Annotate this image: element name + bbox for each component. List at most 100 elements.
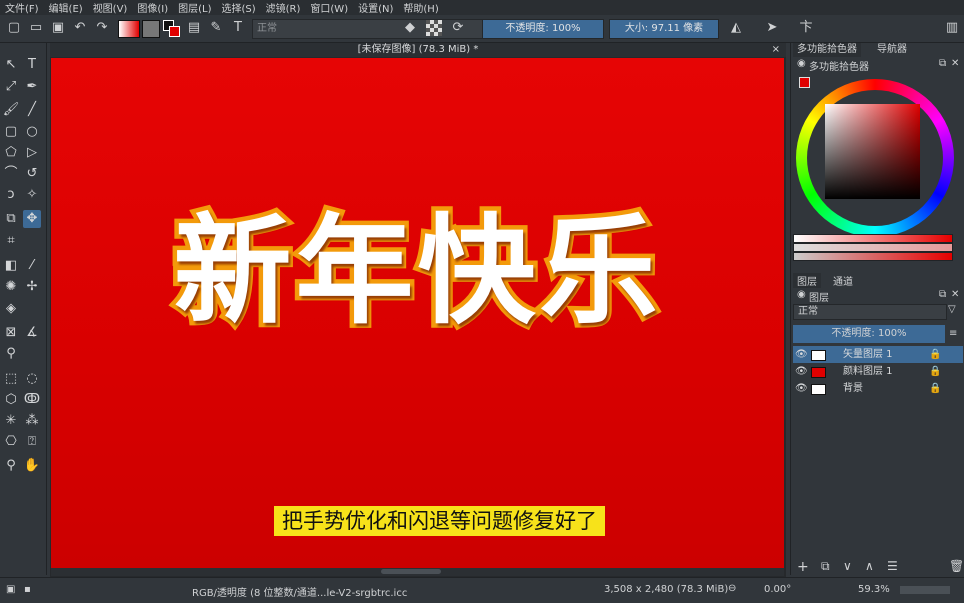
move-tool-icon[interactable]: ✥ <box>23 210 41 228</box>
contiguous-select-tool-icon[interactable]: ✳ <box>2 412 20 430</box>
menu-view[interactable]: 视图(V) <box>88 0 133 15</box>
menu-file[interactable]: 文件(F) <box>0 0 44 15</box>
color-slider-2[interactable] <box>793 243 953 252</box>
visibility-eye-icon[interactable]: 👁 <box>795 380 808 397</box>
alpha-lock-icon[interactable] <box>426 20 442 36</box>
duplicate-layer-icon[interactable]: ⧉ <box>821 559 830 574</box>
visibility-eye-icon[interactable]: 👁 <box>795 363 808 380</box>
close-icon[interactable]: × <box>772 43 780 57</box>
zoom-tool-icon[interactable]: ⚲ <box>2 457 20 475</box>
menu-help[interactable]: 帮助(H) <box>398 0 443 15</box>
document-tab[interactable]: [未保存图像] (78.3 MiB) * × <box>50 43 786 57</box>
measure-tool-icon[interactable]: ∡ <box>23 324 41 342</box>
canvas-only-icon[interactable]: ▣ <box>6 584 15 595</box>
pan-tool-icon[interactable]: ✋ <box>23 457 41 475</box>
pencil-settings-icon[interactable]: ✎ <box>208 20 224 36</box>
gradient-tool-icon[interactable]: ◧ <box>2 257 20 275</box>
move-layer-up-icon[interactable]: ∧ <box>865 559 874 573</box>
wrap-around-icon[interactable]: 卞 <box>798 20 814 36</box>
layer-row[interactable]: 👁 背景 🔒 <box>793 380 963 397</box>
menu-image[interactable]: 图像(I) <box>132 0 173 15</box>
freehand-select-tool-icon[interactable]: ↂ <box>23 391 41 409</box>
saturation-value-square[interactable] <box>825 104 920 199</box>
reference-tool-icon[interactable]: ⚲ <box>2 345 20 363</box>
bezier-select-tool-icon[interactable]: ⎔ <box>2 433 20 451</box>
layer-blend-select[interactable]: 正常 <box>793 304 947 320</box>
lock-icon[interactable]: 🔒 <box>929 380 941 397</box>
layer-opacity-slider[interactable]: 不透明度: 100% <box>793 325 945 343</box>
ellipse-select-tool-icon[interactable]: ◌ <box>23 370 41 388</box>
polyline-tool-icon[interactable]: ▷ <box>23 144 41 162</box>
layer-row[interactable]: 👁 颜料图层 1 🔒 <box>793 363 963 380</box>
gradient-preset-icon[interactable] <box>118 20 140 38</box>
close-panel-icon[interactable]: ✕ <box>951 58 959 69</box>
multibrush-tool-icon[interactable]: ✧ <box>23 186 41 204</box>
zoom-level[interactable]: 59.3% <box>858 584 890 595</box>
rect-select-tool-icon[interactable]: ⬚ <box>2 370 20 388</box>
tab-navigator[interactable]: 导航器 <box>873 43 911 57</box>
horizontal-scrollbar[interactable] <box>51 568 784 576</box>
open-folder-icon[interactable]: ▭ <box>28 20 44 36</box>
pattern-preset-icon[interactable] <box>142 20 160 38</box>
dynamic-brush-tool-icon[interactable]: ↄ <box>2 186 20 204</box>
redo-icon[interactable]: ↷ <box>94 20 110 36</box>
blend-mode-select[interactable]: 正常 <box>252 19 483 39</box>
rectangle-tool-icon[interactable]: ▢ <box>2 123 20 141</box>
select-shapes-tool-icon[interactable]: ↖ <box>2 56 20 74</box>
reload-preset-icon[interactable]: ⟳ <box>450 20 466 36</box>
line-tool-icon[interactable]: ╱ <box>23 101 41 119</box>
rotation-value[interactable]: 0.00° <box>764 584 791 595</box>
magnetic-select-tool-icon[interactable]: ⍰ <box>23 433 41 451</box>
freehand-brush-tool-icon[interactable]: 🖌 <box>2 101 20 119</box>
mirror-horizontal-icon[interactable]: ◭ <box>728 20 744 36</box>
add-layer-icon[interactable]: + <box>797 559 809 575</box>
tab-channels[interactable]: 通道 <box>829 273 857 288</box>
menu-edit[interactable]: 编辑(E) <box>44 0 88 15</box>
menu-window[interactable]: 窗口(W) <box>305 0 353 15</box>
brush-size-slider[interactable]: 大小: 97.11 像素 <box>609 19 719 39</box>
eraser-icon[interactable]: ◆ <box>402 20 418 36</box>
opacity-slider[interactable]: 不透明度: 100% <box>482 19 604 39</box>
crop-tool-icon[interactable]: ⌗ <box>2 232 20 250</box>
bucket-fill-tool-icon[interactable]: ◈ <box>2 300 20 318</box>
delete-layer-icon[interactable]: 🗑 <box>949 559 964 573</box>
tab-color-selector[interactable]: 多功能拾色器 <box>793 43 861 57</box>
transform-tool-icon[interactable]: ⧉ <box>2 210 20 228</box>
float-panel-icon[interactable]: ⧉ <box>939 58 946 69</box>
menu-select[interactable]: 选择(S) <box>216 0 260 15</box>
move-layer-down-icon[interactable]: ∨ <box>843 559 852 573</box>
float-layers-icon[interactable]: ⧉ <box>939 289 946 300</box>
freehand-path-tool-icon[interactable]: ↺ <box>23 165 41 183</box>
menu-filter[interactable]: 滤镜(R) <box>261 0 306 15</box>
scrollbar-handle[interactable] <box>381 569 441 574</box>
new-document-icon[interactable]: ▢ <box>6 20 22 36</box>
smart-patch-tool-icon[interactable]: ✺ <box>2 278 20 296</box>
brush-preset-icon[interactable]: ▤ <box>186 20 202 36</box>
lock-icon[interactable]: 🔒 <box>929 363 941 380</box>
layer-properties-icon[interactable]: ☰ <box>887 559 898 573</box>
ellipse-tool-icon[interactable]: ○ <box>23 123 41 141</box>
edit-shapes-tool-icon[interactable]: ⤢ <box>2 78 20 96</box>
color-picker-tool-icon[interactable]: ⁄ <box>23 257 41 275</box>
calligraphy-tool-icon[interactable]: ✒ <box>23 78 41 96</box>
rotation-icon[interactable]: ⊖ <box>728 583 736 594</box>
lock-icon[interactable]: 🔒 <box>929 346 941 363</box>
similar-select-tool-icon[interactable]: ⁂ <box>23 412 41 430</box>
tab-layers[interactable]: 图层 <box>793 273 821 288</box>
color-slider-3[interactable] <box>793 252 953 261</box>
menu-layer[interactable]: 图层(L) <box>173 0 216 15</box>
brush-indicator-icon[interactable]: ▪ <box>24 584 31 595</box>
color-swap-icon[interactable] <box>163 20 180 37</box>
toggle-docker-icon[interactable]: ▥ <box>944 20 960 36</box>
polygon-tool-icon[interactable]: ⬠ <box>2 144 20 162</box>
save-icon[interactable]: ▣ <box>50 20 66 36</box>
canvas-image[interactable]: 新年快乐 把手势优化和闪退等问题修复好了 <box>51 58 784 568</box>
layer-filter-icon[interactable]: ▽ <box>948 304 956 315</box>
assistant-tool-icon[interactable]: ⊠ <box>2 324 20 342</box>
undo-icon[interactable]: ↶ <box>72 20 88 36</box>
mirror-vertical-icon[interactable]: ➤ <box>764 20 780 36</box>
layer-options-icon[interactable]: ≡ <box>949 328 957 339</box>
color-slider-1[interactable] <box>793 234 953 243</box>
visibility-eye-icon[interactable]: 👁 <box>795 346 808 363</box>
color-settings-icon[interactable] <box>799 77 810 88</box>
